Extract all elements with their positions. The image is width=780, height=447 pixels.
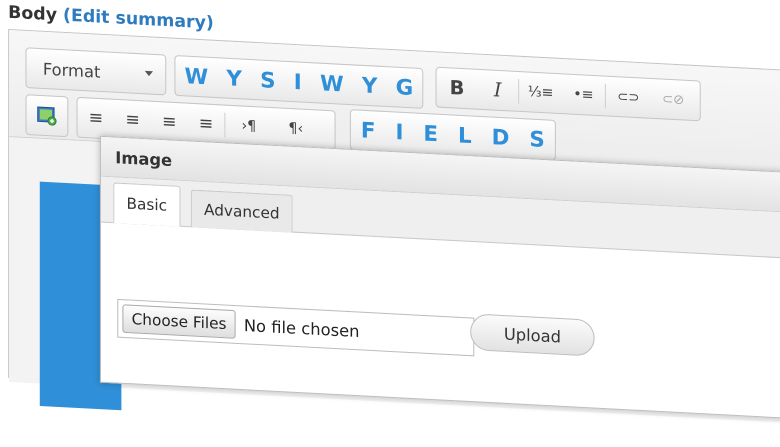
align-left-button[interactable]: ≡ — [78, 98, 115, 139]
format-dropdown[interactable]: Format — [25, 47, 167, 96]
edit-summary-link[interactable]: Edit summary — [71, 6, 206, 33]
align-justify-button[interactable]: ≡ — [188, 104, 225, 145]
formatting-group: B I ⅓≡ •≡ ⊂⊃ ⊂⊘ — [435, 66, 701, 122]
link-button[interactable]: ⊂⊃ — [606, 77, 651, 118]
wysiwyg-letter: Y — [361, 73, 378, 99]
tab-basic[interactable]: Basic — [113, 182, 181, 227]
rtl-icon: ¶‹ — [288, 120, 304, 138]
chevron-down-icon — [144, 70, 153, 77]
upload-button[interactable]: Upload — [470, 313, 595, 357]
wysiwyg-letter: S — [260, 67, 276, 93]
fields-letter: S — [529, 126, 545, 152]
fields-letter: E — [423, 121, 439, 147]
field-label-text: Body — [8, 2, 58, 26]
align-justify-icon: ≡ — [198, 113, 214, 135]
wysiwyg-letter: W — [184, 63, 209, 90]
bold-button[interactable]: B — [437, 68, 478, 109]
tab-advanced[interactable]: Advanced — [190, 189, 293, 233]
align-center-icon: ≡ — [125, 109, 140, 131]
field-label: Body (Edit summary) — [8, 2, 214, 33]
paren-open: ( — [63, 5, 71, 27]
bulleted-list-icon: •≡ — [573, 86, 594, 104]
bulleted-list-button[interactable]: •≡ — [562, 74, 605, 115]
fields-letter: I — [395, 119, 404, 145]
file-input[interactable]: Choose Files No file chosen — [117, 298, 475, 357]
align-right-button[interactable]: ≡ — [151, 102, 188, 143]
fields-letter: L — [458, 122, 472, 149]
unlink-icon: ⊂⊘ — [662, 91, 685, 108]
wysiwyg-letter: G — [395, 74, 414, 101]
wysiwyg-group: W Y S I W Y G — [174, 55, 424, 109]
italic-button[interactable]: I — [477, 70, 518, 111]
insert-image-button[interactable] — [25, 94, 69, 138]
text-direction-rtl-button[interactable]: ¶‹ — [272, 108, 319, 149]
unlink-button[interactable]: ⊂⊘ — [651, 79, 696, 120]
numbered-list-icon: ⅓≡ — [527, 83, 554, 102]
image-icon — [37, 106, 57, 126]
image-dialog: Image Basic Advanced Choose Files No fil… — [99, 135, 780, 421]
align-left-icon: ≡ — [88, 107, 104, 129]
fields-letter: F — [360, 117, 376, 144]
file-status-text: No file chosen — [243, 315, 360, 341]
choose-files-button[interactable]: Choose Files — [122, 304, 236, 339]
wysiwyg-letter: W — [319, 70, 344, 97]
text-direction-ltr-button[interactable]: ›¶ — [225, 106, 272, 147]
wysiwyg-letter: Y — [226, 65, 242, 92]
wysiwyg-letter: I — [293, 69, 302, 95]
fields-letter: D — [491, 124, 510, 151]
numbered-list-button[interactable]: ⅓≡ — [519, 72, 562, 113]
link-icon: ⊂⊃ — [617, 88, 640, 106]
paren-close: ) — [205, 12, 214, 34]
ltr-icon: ›¶ — [241, 117, 257, 135]
format-dropdown-label: Format — [42, 58, 101, 82]
align-center-button[interactable]: ≡ — [114, 100, 151, 141]
align-right-icon: ≡ — [162, 111, 177, 133]
